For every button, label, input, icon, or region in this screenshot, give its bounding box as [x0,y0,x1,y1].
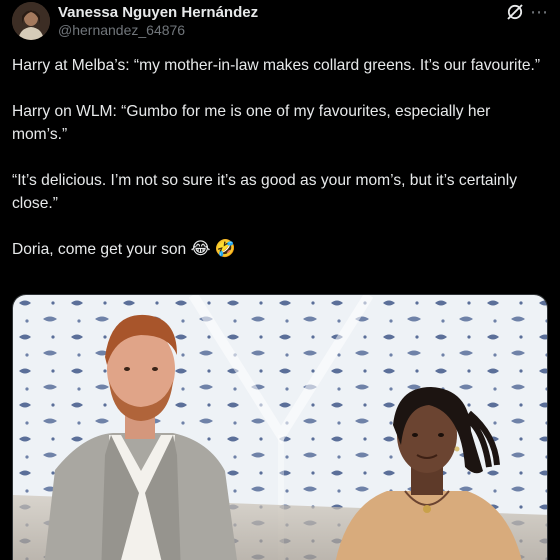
tweet-closing-text: Doria, come get your son [12,241,187,258]
tweet-text: Harry at Melba’s: “my mother-in-law make… [12,54,542,261]
tweet-closing-line: Doria, come get your son 😂 🤣 [12,238,542,261]
author-handle[interactable]: @hernandez_64876 [58,22,185,38]
profile-photo-icon [12,2,50,40]
author-display-name[interactable]: Vanessa Nguyen Hernández [58,4,258,21]
tweet-card: Vanessa Nguyen Hernández @hernandez_6487… [0,0,560,560]
tweet-photo[interactable] [12,294,548,560]
tweet-paragraph: Harry at Melba’s: “my mother-in-law make… [12,57,541,74]
tweet-paragraph: “It’s delicious. I’m not so sure it’s as… [12,172,517,212]
more-options-icon[interactable]: ⋯ [530,0,549,24]
rolling-laughing-emoji-icon: 🤣 [214,239,236,259]
tears-of-joy-emoji-icon: 😂 [190,239,211,259]
tweet-paragraph: Harry on WLM: “Gumbo for me is one of my… [12,103,491,143]
photo-media-icon [13,295,547,560]
author-avatar[interactable] [12,2,50,40]
grok-icon[interactable] [505,2,525,22]
